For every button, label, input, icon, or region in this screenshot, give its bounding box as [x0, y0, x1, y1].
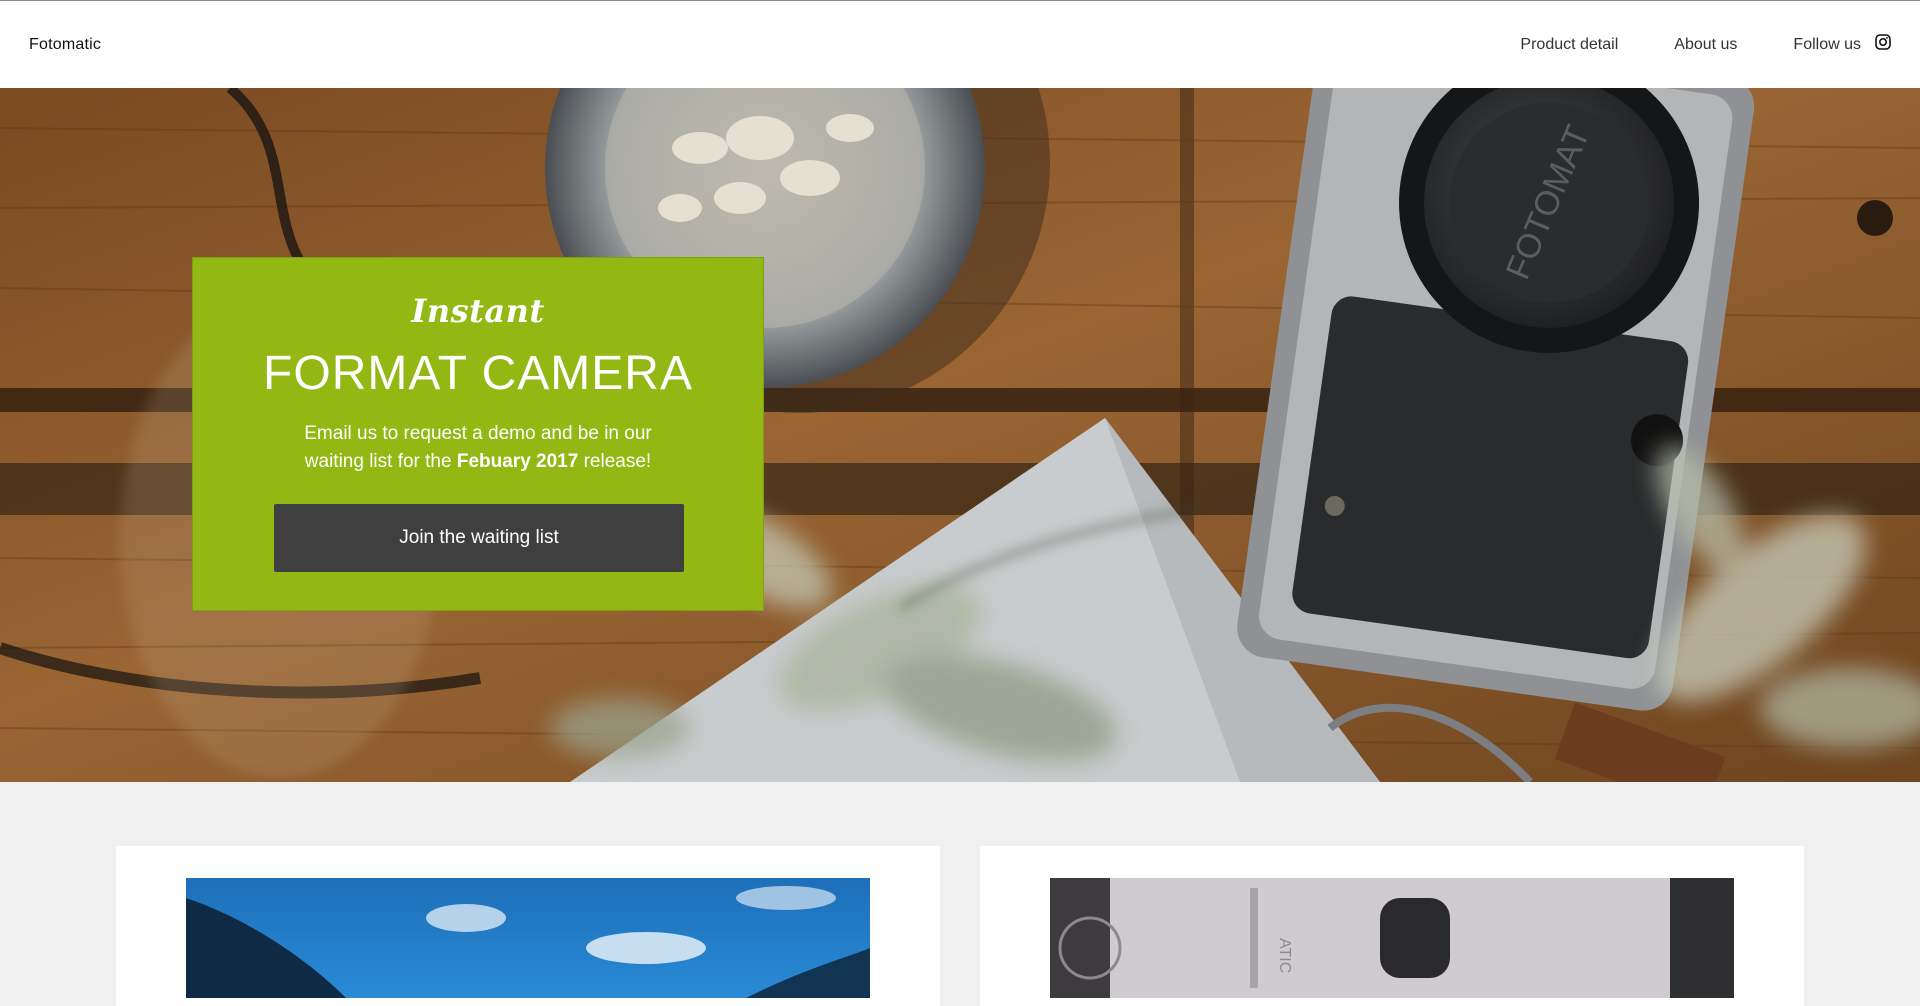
- feature-card-left: [116, 846, 940, 1006]
- promo-description: Email us to request a demo and be in our…: [283, 420, 673, 476]
- hero-banner: FOTOMAT Instant FORMAT CAMERA Email us t…: [0, 88, 1920, 782]
- promo-card: Instant FORMAT CAMERA Email us to reques…: [192, 257, 764, 611]
- promo-desc-date: Febuary 2017: [456, 451, 579, 472]
- site-header: Fotomatic Product detail About us Follow…: [0, 0, 1920, 88]
- nav-about-us[interactable]: About us: [1674, 36, 1737, 54]
- feature-card-left-image: [186, 878, 870, 998]
- svg-text:ATIC: ATIC: [1276, 938, 1293, 973]
- instagram-icon[interactable]: [1875, 33, 1891, 50]
- main-nav: Product detail About us Follow us: [1464, 33, 1891, 54]
- promo-headline: FORMAT CAMERA: [263, 347, 693, 400]
- feature-card-right-image: ATIC: [1050, 878, 1734, 998]
- feature-card-right: ATIC: [980, 846, 1804, 1006]
- promo-desc-text-end: release!: [578, 451, 652, 472]
- nav-product-detail[interactable]: Product detail: [1520, 36, 1618, 54]
- promo-script-title: Instant: [411, 292, 545, 330]
- follow-us-label: Follow us: [1793, 35, 1861, 53]
- nav-follow-us[interactable]: Follow us: [1793, 33, 1891, 54]
- join-waiting-list-button[interactable]: Join the waiting list: [274, 504, 684, 572]
- site-logo[interactable]: Fotomatic: [29, 36, 101, 54]
